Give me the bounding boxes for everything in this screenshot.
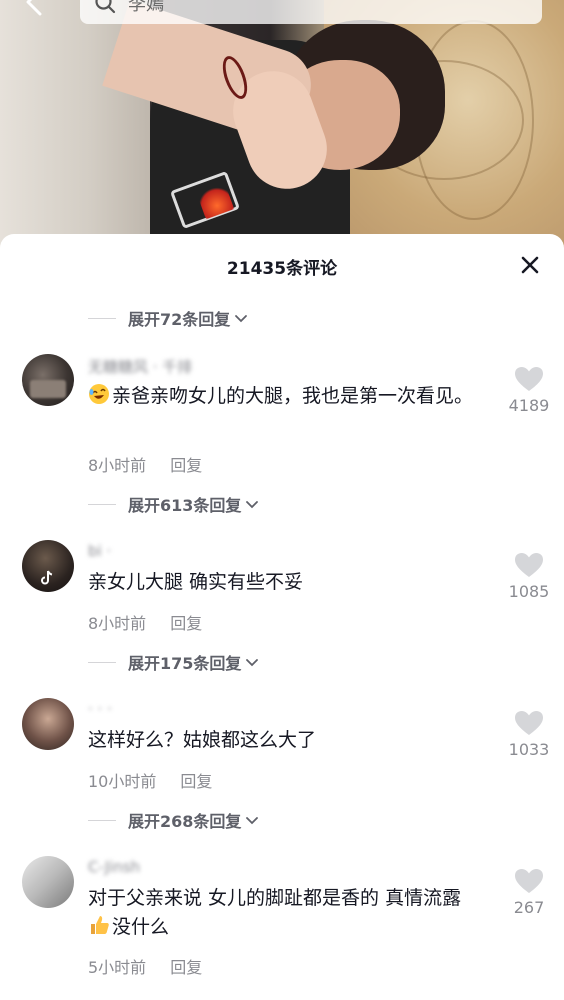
comment-time: 5小时前	[88, 958, 147, 977]
back-chevron-icon[interactable]	[22, 0, 50, 16]
reply-button[interactable]: 回复	[170, 456, 202, 475]
expand-replies-label: 展开175条回复	[128, 654, 242, 673]
comment-text-content: 亲爸亲吻女儿的大腿，我也是第一次看见。	[112, 385, 474, 407]
comment-meta: 8小时前 回复	[88, 452, 202, 476]
expand-replies-label: 展开613条回复	[128, 496, 242, 515]
like-count: 1085	[508, 582, 550, 601]
reply-button[interactable]: 回复	[180, 772, 212, 791]
comment-text: 对于父亲来说 女儿的脚趾都是香的 真情流露没什么	[88, 884, 478, 942]
chevron-down-icon	[246, 659, 259, 667]
like-button[interactable]: 4189	[500, 366, 558, 415]
heart-icon	[515, 553, 543, 577]
comment-count-title: 21435条评论	[226, 259, 338, 279]
heart-icon	[515, 367, 543, 391]
heart-icon	[515, 711, 543, 735]
comment-meta: 5小时前 回复	[88, 954, 202, 978]
chevron-down-icon	[246, 817, 259, 825]
chevron-down-icon	[246, 501, 259, 509]
comment-username[interactable]: · · ·	[88, 700, 112, 718]
comment-username[interactable]: bi ·	[88, 542, 111, 560]
comment-text-content: 对于父亲来说 女儿的脚趾都是香的 真情流露	[88, 887, 462, 909]
comment-time: 8小时前	[88, 614, 147, 633]
tiktok-icon	[41, 570, 53, 585]
expand-replies-button[interactable]: 展开72条回复	[88, 306, 249, 330]
expand-replies-label: 展开72条回复	[128, 310, 231, 329]
divider	[88, 317, 116, 319]
expand-replies-button[interactable]: 展开613条回复	[88, 492, 260, 516]
expand-replies-button[interactable]: 展开175条回复	[88, 650, 260, 674]
like-button[interactable]: 1085	[500, 552, 558, 601]
divider	[88, 503, 116, 505]
like-button[interactable]: 267	[500, 868, 558, 917]
search-icon	[94, 0, 116, 14]
comment-meta: 10小时前 回复	[88, 768, 212, 792]
reply-button[interactable]: 回复	[170, 614, 202, 633]
heart-icon	[515, 869, 543, 893]
expand-replies-button[interactable]	[88, 992, 128, 1000]
comment-meta: 8小时前 回复	[88, 610, 202, 634]
like-count: 1033	[508, 740, 550, 759]
comment-time: 10小时前	[88, 772, 157, 791]
search-input[interactable]: 李嫣	[80, 0, 542, 24]
like-count: 4189	[508, 396, 550, 415]
comment-time: 8小时前	[88, 456, 147, 475]
reply-button[interactable]: 回复	[170, 958, 202, 977]
expand-replies-label: 展开268条回复	[128, 812, 242, 831]
chevron-down-icon	[235, 315, 248, 323]
rolling-laugh-emoji-icon	[89, 384, 109, 404]
comment-text: 亲爸亲吻女儿的大腿，我也是第一次看见。	[88, 382, 478, 411]
video-frame[interactable]	[0, 0, 564, 250]
like-button[interactable]: 1033	[500, 710, 558, 759]
close-icon[interactable]	[515, 250, 545, 280]
avatar[interactable]	[22, 354, 74, 406]
comment-text: 亲女儿大腿 确实有些不妥	[88, 571, 304, 593]
comment-username[interactable]: C-Jinsh	[88, 858, 140, 876]
comment-text-tail: 没什么	[112, 916, 170, 938]
top-bar: 李嫣	[0, 0, 564, 30]
avatar[interactable]	[22, 698, 74, 750]
search-query: 李嫣	[128, 0, 164, 15]
like-count: 267	[513, 898, 545, 917]
divider	[88, 661, 116, 663]
avatar[interactable]	[22, 540, 74, 592]
comment-username[interactable]: 无糖糖风 · 千排	[88, 356, 192, 377]
thumbs-up-emoji-icon	[91, 916, 109, 934]
divider	[88, 819, 116, 821]
avatar[interactable]	[22, 856, 74, 908]
expand-replies-button[interactable]: 展开268条回复	[88, 808, 260, 832]
comment-sheet: 21435条评论 展开72条回复 无糖糖风 · 千排 亲爸亲吻女儿的大腿，我也是…	[0, 234, 564, 1000]
comment-text: 这样好么？姑娘都这么大了	[88, 729, 317, 751]
